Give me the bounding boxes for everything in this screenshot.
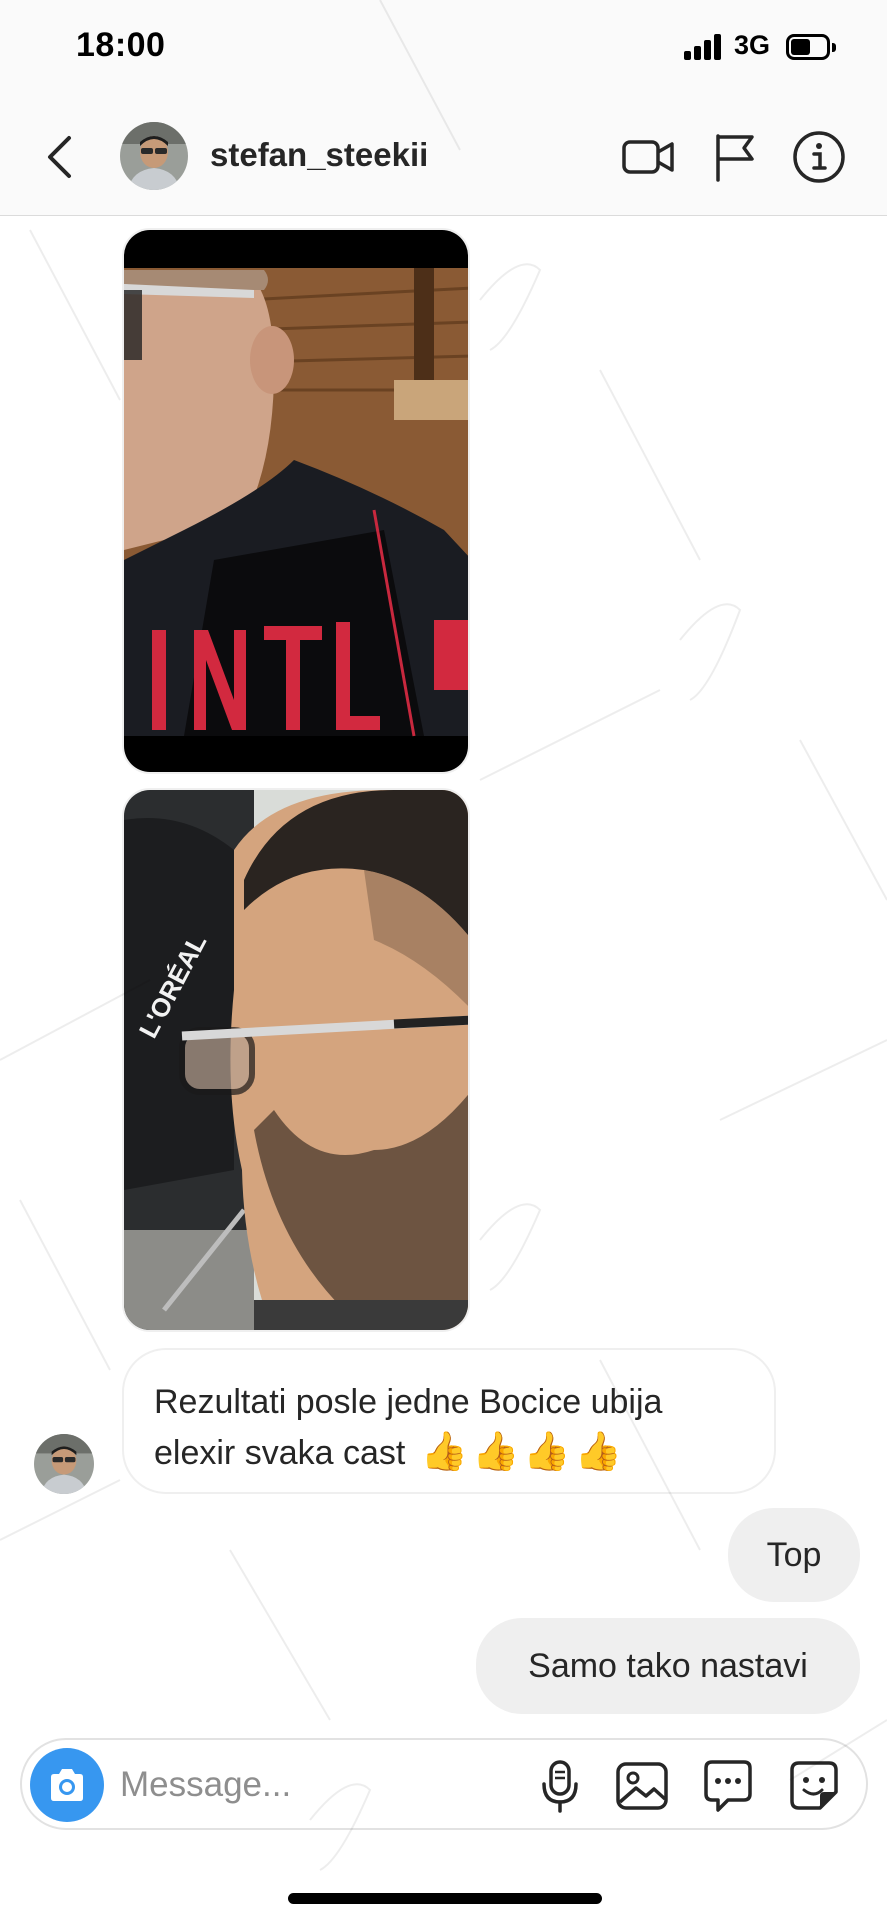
sticker-icon [790,1761,838,1810]
report-button[interactable] [706,128,764,186]
video-call-button[interactable] [620,128,678,186]
avatar-image [34,1434,94,1494]
more-options-button[interactable] [698,1756,758,1816]
photo-message[interactable] [122,228,470,774]
network-type: 3G [734,30,771,60]
sent-message-bubble[interactable]: Top [728,1508,860,1602]
back-button[interactable] [38,128,82,186]
chevron-left-icon [48,136,71,178]
message-input[interactable] [120,1758,500,1812]
sent-message-bubble[interactable]: Samo tako nastavi [476,1618,860,1714]
gallery-button[interactable] [612,1756,672,1816]
status-bar: 18:00 3G [0,0,887,98]
avatar[interactable] [120,122,188,190]
message-text: Samo tako nastavi [528,1646,808,1685]
info-button[interactable] [790,128,848,186]
message-text-line: elexir svaka cast [154,1434,406,1472]
photo-haircut-image: L'ORÉAL [124,790,468,1330]
camera-icon [51,1769,83,1801]
voice-message-button[interactable] [530,1756,590,1816]
photo-selfie-image [124,230,468,772]
chat-header: stefan_steekii [0,98,887,216]
chat-bubble-icon [704,1760,752,1812]
signal-icon [684,34,724,60]
sender-avatar[interactable] [34,1434,94,1494]
message-text-line: Rezultati posle jedne Bocice ubija [154,1383,663,1421]
microphone-icon [542,1760,578,1813]
info-icon [793,131,845,183]
battery-icon [786,34,836,60]
avatar-image [120,122,188,190]
message-composer [20,1738,868,1830]
received-message-bubble[interactable]: Rezultati posle jedne Bocice ubija elexi… [122,1348,776,1494]
home-indicator [288,1893,602,1904]
sticker-button[interactable] [784,1756,844,1816]
photo-message[interactable]: L'ORÉAL [122,788,470,1332]
camera-button[interactable] [30,1748,104,1822]
image-icon [616,1762,668,1810]
status-time: 18:00 [76,26,166,64]
thumbs-up-emoji: 👍👍👍👍 [420,1429,627,1473]
chat-username[interactable]: stefan_steekii [210,136,428,174]
flag-icon [716,134,754,182]
message-text: Top [766,1535,822,1574]
video-camera-icon [622,140,674,174]
